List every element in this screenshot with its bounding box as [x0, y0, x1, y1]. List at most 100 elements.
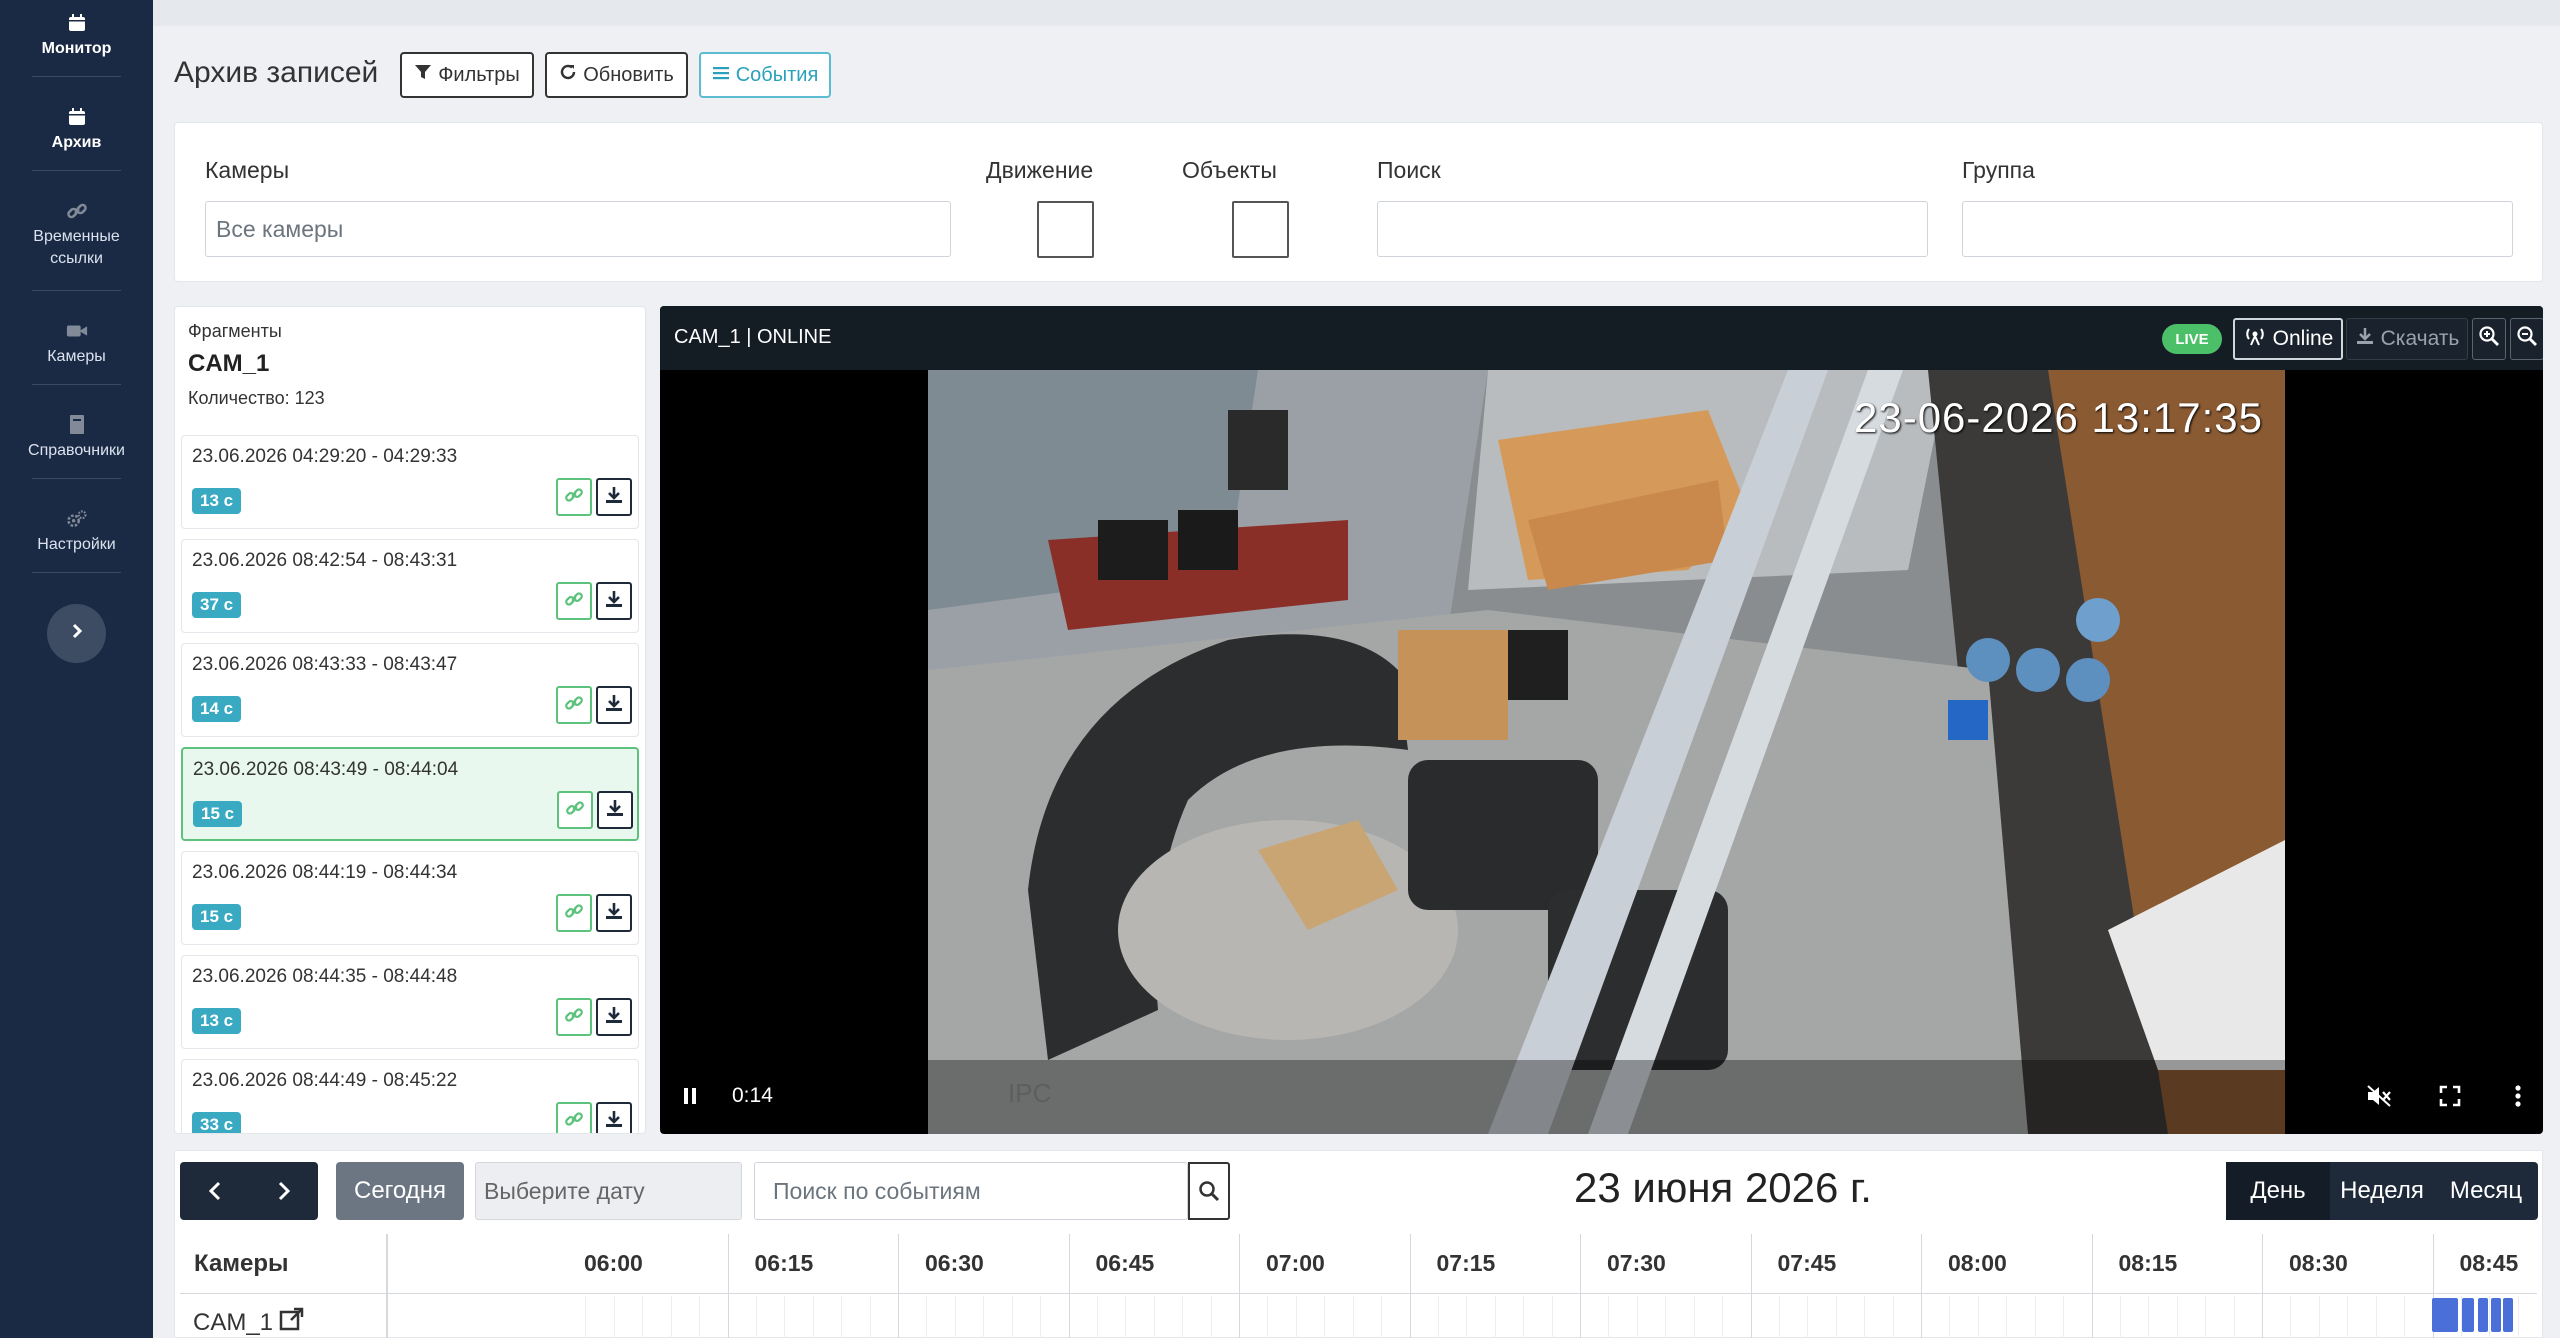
- fragments-panel: Фрагменты CAM_1 Количество: 123 23.06.20…: [174, 306, 646, 1134]
- sidebar-item-cameras[interactable]: Камеры: [0, 320, 153, 368]
- timeline-hour-divider: [1409, 1234, 1411, 1338]
- sidebar-item-settings[interactable]: Настройки: [0, 508, 153, 556]
- fragment-download-button[interactable]: [596, 894, 632, 932]
- recording-segment[interactable]: [2491, 1298, 2501, 1332]
- sidebar-item-reference[interactable]: Справочники: [0, 414, 153, 462]
- sidebar-item-temp-links[interactable]: Временные ссылки: [0, 200, 153, 270]
- sidebar-item-monitor[interactable]: Монитор: [0, 12, 153, 60]
- fragment-duration-badge: 13 с: [192, 1008, 242, 1034]
- timeline-sub-divider: [1835, 1296, 1837, 1338]
- recording-segment[interactable]: [2432, 1298, 2458, 1332]
- sidebar-divider: [32, 170, 121, 171]
- fragment-link-button[interactable]: [557, 791, 593, 829]
- fragment-item[interactable]: 23.06.2026 08:43:33 - 08:43:47 14 с: [181, 643, 639, 737]
- mute-button[interactable]: [2366, 1084, 2392, 1113]
- timeline-sub-divider: [1182, 1296, 1184, 1338]
- timeline-sub-divider: [1608, 1296, 1610, 1338]
- fragment-item[interactable]: 23.06.2026 08:44:19 - 08:44:34 15 с: [181, 851, 639, 945]
- fragment-time-range: 23.06.2026 04:29:20 - 04:29:33: [192, 446, 458, 467]
- prev-button[interactable]: [180, 1162, 249, 1220]
- online-button-label: Online: [2272, 327, 2334, 350]
- more-options-button[interactable]: [2514, 1084, 2522, 1113]
- view-month-button[interactable]: Месяц: [2434, 1162, 2538, 1220]
- timeline-hour-label: 06:30: [925, 1250, 984, 1276]
- timeline-sub-divider: [2006, 1296, 2008, 1338]
- view-week-button[interactable]: Неделя: [2330, 1162, 2434, 1220]
- fragment-link-button[interactable]: [556, 582, 592, 620]
- fragment-item[interactable]: 23.06.2026 08:44:35 - 08:44:48 13 с: [181, 955, 639, 1049]
- fragment-link-button[interactable]: [556, 894, 592, 932]
- fragment-download-button[interactable]: [596, 582, 632, 620]
- fragment-download-button[interactable]: [596, 998, 632, 1036]
- fragment-link-button[interactable]: [556, 1102, 592, 1133]
- fullscreen-button[interactable]: [2439, 1085, 2461, 1112]
- calendar-icon: [66, 12, 88, 34]
- next-button[interactable]: [249, 1162, 318, 1220]
- fragment-item[interactable]: 23.06.2026 08:43:49 - 08:44:04 15 с: [181, 747, 639, 841]
- timeline-hour-label: 08:15: [2118, 1250, 2178, 1276]
- motion-checkbox[interactable]: [1037, 201, 1094, 258]
- cogs-icon: [66, 508, 88, 530]
- zoom-in-button[interactable]: [2472, 318, 2506, 360]
- timeline-hour-label: 07:15: [1436, 1250, 1496, 1276]
- recording-segment[interactable]: [2462, 1298, 2474, 1332]
- timeline-hour-label: 08:30: [2289, 1250, 2348, 1276]
- event-search-button[interactable]: [1188, 1162, 1230, 1220]
- fragment-link-button[interactable]: [556, 998, 592, 1036]
- timeline-sub-divider: [1864, 1296, 1866, 1338]
- external-link-icon[interactable]: [279, 1306, 305, 1338]
- objects-checkbox[interactable]: [1232, 201, 1289, 258]
- fragment-link-button[interactable]: [556, 686, 592, 724]
- broadcast-icon: [2243, 326, 2267, 352]
- timeline-sub-divider: [1210, 1296, 1212, 1338]
- fragment-duration-badge: 15 с: [192, 904, 242, 930]
- timeline-sub-divider: [1125, 1296, 1127, 1338]
- zoom-out-button[interactable]: [2510, 318, 2543, 360]
- live-badge: LIVE: [2162, 324, 2222, 354]
- download-video-button[interactable]: Скачать: [2346, 318, 2468, 360]
- volume-muted-icon: [2367, 1085, 2391, 1107]
- link-icon: [564, 1005, 584, 1030]
- recording-segment[interactable]: [2478, 1298, 2488, 1332]
- timeline-hour-label: 06:45: [1095, 1250, 1155, 1276]
- recording-segment[interactable]: [2503, 1298, 2513, 1332]
- event-search-input[interactable]: Поиск по событиям: [754, 1162, 1188, 1220]
- sidebar-item-label: Архив: [51, 134, 102, 151]
- filters-button[interactable]: Фильтры: [400, 52, 534, 98]
- kebab-menu-icon: [2515, 1085, 2521, 1107]
- fragment-item[interactable]: 23.06.2026 08:44:49 - 08:45:22 33 с: [181, 1059, 639, 1133]
- fragment-duration-badge: 13 с: [192, 488, 242, 514]
- events-button[interactable]: События: [699, 52, 831, 98]
- sidebar: Монитор Архив Временные ссылки Камеры Сп…: [0, 0, 153, 1338]
- fragment-download-button[interactable]: [596, 686, 632, 724]
- online-button[interactable]: Online: [2233, 318, 2343, 360]
- video-frame[interactable]: IPC 23-06-2026 13:17:35: [928, 370, 2285, 1134]
- fragment-download-button[interactable]: [596, 1102, 632, 1133]
- refresh-icon: [559, 63, 577, 87]
- download-icon: [604, 485, 624, 510]
- cameras-select[interactable]: Все камеры: [205, 201, 951, 257]
- search-input[interactable]: [1377, 201, 1928, 257]
- timeline-row-camera[interactable]: CAM_1: [193, 1306, 305, 1338]
- current-time: 0:14: [732, 1084, 773, 1107]
- timeline-sub-divider: [755, 1296, 757, 1338]
- sidebar-item-archive[interactable]: Архив: [0, 106, 153, 154]
- search-icon: [1199, 1181, 1220, 1202]
- fragment-download-button[interactable]: [597, 791, 633, 829]
- fragment-link-button[interactable]: [556, 478, 592, 516]
- pause-button[interactable]: [682, 1086, 698, 1111]
- group-input[interactable]: [1962, 201, 2513, 257]
- fragment-download-button[interactable]: [596, 478, 632, 516]
- camera-name: CAM_1: [193, 1308, 274, 1336]
- fragments-header: Фрагменты CAM_1 Количество: 123: [175, 307, 645, 423]
- refresh-button[interactable]: Обновить: [545, 52, 688, 98]
- today-button[interactable]: Сегодня: [336, 1162, 464, 1220]
- sidebar-toggle-button[interactable]: [47, 604, 106, 663]
- fragment-item[interactable]: 23.06.2026 04:29:20 - 04:29:33 13 с: [181, 435, 639, 529]
- view-day-button[interactable]: День: [2226, 1162, 2330, 1220]
- fragment-item[interactable]: 23.06.2026 08:42:54 - 08:43:31 37 с: [181, 539, 639, 633]
- timeline-sub-divider: [2063, 1296, 2065, 1338]
- date-picker-input[interactable]: Выберите дату: [475, 1162, 742, 1220]
- calendar-nav-group: [180, 1162, 318, 1220]
- download-icon: [604, 1005, 624, 1030]
